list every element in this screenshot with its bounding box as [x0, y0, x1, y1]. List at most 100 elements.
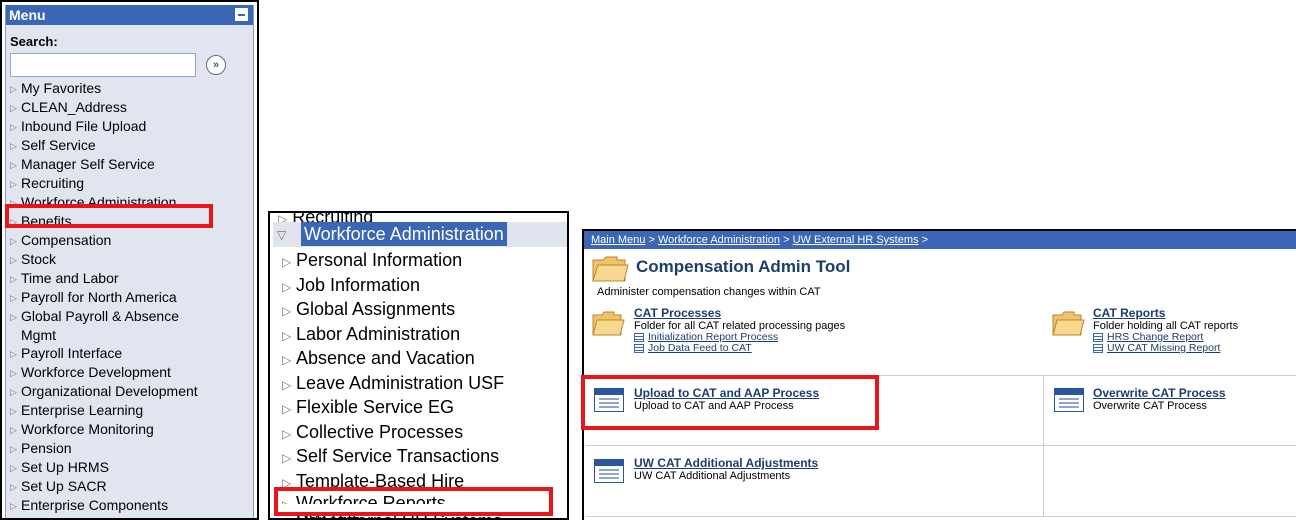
submenu-item-labor-administration[interactable]: ▷ Labor Administration: [282, 323, 504, 348]
folder-icon: [592, 256, 629, 282]
triangle-right-icon: ▷: [10, 387, 17, 397]
triangle-right-icon: ▷: [282, 255, 292, 269]
folder-icon: [1052, 311, 1085, 336]
breadcrumb: Main Menu > Workforce Administration > U…: [584, 231, 1296, 249]
triangle-right-icon: ▷: [10, 463, 17, 473]
menu-item-compensation[interactable]: ▷ Compensation: [6, 231, 253, 250]
triangle-right-icon: ▷: [282, 451, 292, 465]
menu-item-stock[interactable]: ▷ Stock: [6, 250, 253, 269]
search-row: »: [6, 50, 253, 78]
cat-reports-link[interactable]: CAT Reports: [1093, 307, 1238, 320]
cat-reports: CAT Reports Folder holding all CAT repor…: [1093, 307, 1238, 354]
cat-processes-link[interactable]: CAT Processes: [634, 307, 845, 320]
triangle-right-icon: ▷: [282, 426, 292, 441]
submenu-item-absence-and-vacation[interactable]: ▷ Absence and Vacation: [282, 347, 504, 372]
triangle-right-icon: ▷: [10, 425, 17, 435]
triangle-right-icon: ▷: [10, 179, 17, 189]
menu-item-organizational-development[interactable]: ▷ Organizational Development: [6, 382, 253, 401]
triangle-right-icon: ▷: [10, 274, 17, 284]
submenu-item-personal-information[interactable]: ▷ Personal Information: [282, 249, 504, 274]
overwrite-cat: Overwrite CAT Process Overwrite CAT Proc…: [1093, 387, 1226, 413]
triangle-right-icon: ▷: [10, 444, 17, 454]
process-icon: [594, 459, 624, 483]
menu-item-workforce-development[interactable]: ▷ Workforce Development: [6, 363, 253, 382]
collapse-icon[interactable]: [235, 8, 248, 21]
document-icon: [1093, 333, 1103, 342]
triangle-right-icon: ▷: [282, 377, 292, 392]
submenu-header[interactable]: ▽ Workforce Administration: [273, 222, 567, 247]
search-label: Search:: [10, 34, 58, 49]
triangle-right-icon: ▷: [10, 160, 17, 170]
submenu-item-self-service-transactions[interactable]: ▷ Self Service Transactions: [282, 445, 504, 470]
menu-item-payroll-north-america[interactable]: ▷ Payroll for North America: [6, 288, 253, 307]
breadcrumb-workforce-administration[interactable]: Workforce Administration: [658, 234, 780, 246]
page-subtitle: Administer compensation changes within C…: [597, 286, 821, 298]
submenu-item-job-information[interactable]: ▷ Job Information: [282, 274, 504, 299]
triangle-right-icon: ▷: [282, 279, 292, 294]
document-icon: [1093, 344, 1103, 353]
menu-item-enterprise-learning[interactable]: ▷ Enterprise Learning: [6, 401, 253, 420]
triangle-right-icon: ▷: [282, 304, 292, 318]
menu-item-pension[interactable]: ▷ Pension: [6, 439, 253, 458]
folder-icon: [592, 311, 625, 336]
menu-item-clean-address[interactable]: ▷ CLEAN_Address: [6, 98, 253, 117]
document-icon: [634, 333, 644, 342]
triangle-right-icon: ▷: [10, 84, 17, 94]
triangle-right-icon: ▷: [10, 368, 17, 378]
menu-item-payroll-interface[interactable]: ▷ Payroll Interface: [6, 344, 253, 363]
uw-cat-additional-adjustments-link[interactable]: UW CAT Additional Adjustments: [634, 457, 818, 470]
overwrite-cat-desc: Overwrite CAT Process: [1093, 400, 1207, 412]
menu-item-self-service[interactable]: ▷ Self Service: [6, 136, 253, 155]
triangle-down-icon: ▽: [277, 228, 287, 242]
highlight-uw-external-hr-systems: [274, 487, 553, 516]
menu-item-manager-self-service[interactable]: ▷ Manager Self Service: [6, 155, 253, 174]
submenu-panel: ▷ Recruiting ▽ Workforce Administration …: [268, 211, 569, 520]
process-icon: [1054, 388, 1084, 412]
uw-cat-additional-adjustments: UW CAT Additional Adjustments UW CAT Add…: [634, 457, 818, 483]
menu-item-global-payroll[interactable]: ▷ Global Payroll & Absence: [6, 307, 253, 326]
menu-item-time-and-labor[interactable]: ▷ Time and Labor: [6, 269, 253, 288]
menu-item-set-up-hrms[interactable]: ▷ Set Up HRMS: [6, 458, 253, 477]
menu-item-inbound-file-upload[interactable]: ▷ Inbound File Upload: [6, 117, 253, 136]
triangle-right-icon: ▷: [10, 349, 17, 359]
triangle-right-icon: ▷: [10, 406, 17, 416]
triangle-right-icon: ▷: [10, 482, 17, 492]
menu-panel: Menu Search: » ▷ My Favorites ▷ CLEAN_Addr…: [0, 0, 259, 520]
breadcrumb-main-menu[interactable]: Main Menu: [591, 234, 645, 246]
document-icon: [634, 344, 644, 353]
job-data-feed-link[interactable]: Job Data Feed to CAT: [634, 343, 845, 354]
submenu-list: ▷ Personal Information ▷ Job Information ▷…: [282, 249, 504, 518]
search-input[interactable]: [10, 53, 196, 77]
submenu-item-leave-administration-usf[interactable]: ▷ Leave Administration USF: [282, 372, 504, 397]
menu-item-enterprise-components[interactable]: ▷ Enterprise Components: [6, 496, 253, 515]
highlight-workforce-administration: [5, 204, 213, 228]
menu-item-workforce-monitoring[interactable]: ▷ Workforce Monitoring: [6, 420, 253, 439]
triangle-right-icon: ▷: [10, 501, 17, 511]
search-go-button[interactable]: »: [206, 55, 226, 75]
menu-item-global-payroll-cont[interactable]: Mgmt: [6, 326, 253, 344]
overwrite-cat-link[interactable]: Overwrite CAT Process: [1093, 387, 1226, 400]
triangle-right-icon: ▷: [282, 353, 292, 367]
menu-item-recruiting[interactable]: ▷ Recruiting: [6, 174, 253, 193]
uw-cat-additional-adjustments-desc: UW CAT Additional Adjustments: [634, 470, 791, 482]
cat-processes: CAT Processes Folder for all CAT related…: [634, 307, 845, 354]
submenu-item-global-assignments[interactable]: ▷ Global Assignments: [282, 298, 504, 323]
triangle-right-icon: ▷: [10, 255, 17, 265]
triangle-right-icon: ▷: [10, 103, 17, 113]
submenu-item-collective-processes[interactable]: ▷ Collective Processes: [282, 421, 504, 446]
triangle-right-icon: ▷: [282, 328, 292, 343]
menu-pagelet: Menu Search: » ▷ My Favorites ▷ CLEAN_Addr…: [5, 5, 254, 518]
uw-cat-missing-report-link[interactable]: UW CAT Missing Report: [1093, 343, 1238, 354]
page-title: Compensation Admin Tool: [636, 257, 851, 276]
triangle-right-icon: ▷: [10, 141, 17, 151]
menu-item-set-up-sacr[interactable]: ▷ Set Up SACR: [6, 477, 253, 496]
triangle-right-icon: ▷: [10, 312, 17, 322]
menu-list: ▷ My Favorites ▷ CLEAN_Address ▷ Inbound Fi…: [6, 79, 253, 515]
menu-item-my-favorites[interactable]: ▷ My Favorites: [6, 79, 253, 98]
title-row: Compensation Admin Tool: [584, 252, 1296, 285]
triangle-right-icon: ▷: [282, 402, 292, 416]
menu-header: Menu: [6, 5, 253, 25]
submenu-item-flexible-service-eg[interactable]: ▷ Flexible Service EG: [282, 396, 504, 421]
triangle-right-icon: ▷: [10, 293, 17, 303]
breadcrumb-uw-external-hr-systems[interactable]: UW External HR Systems: [793, 234, 919, 246]
